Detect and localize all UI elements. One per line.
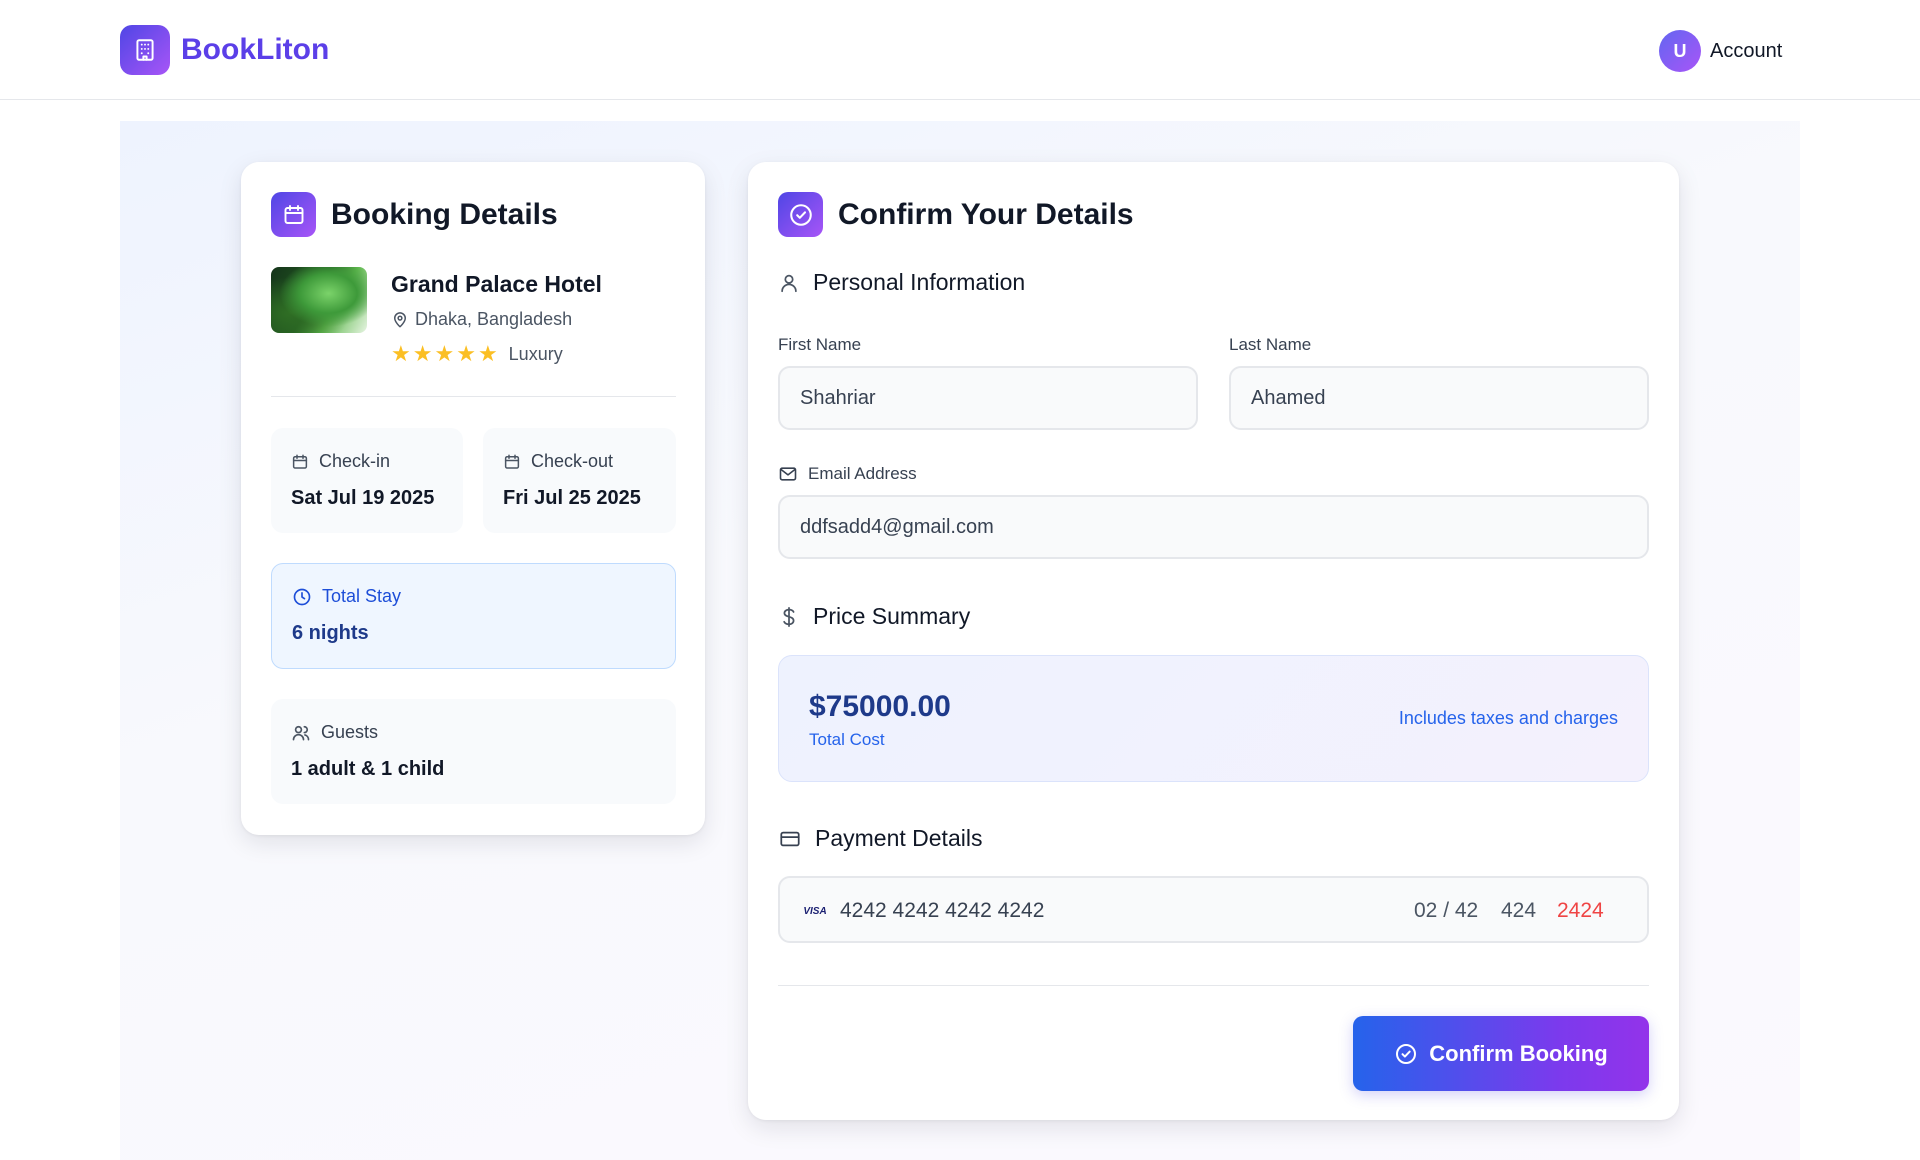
confirm-booking-button[interactable]: Confirm Booking xyxy=(1353,1016,1649,1091)
price-summary-title: Price Summary xyxy=(813,603,971,629)
avatar: U xyxy=(1659,30,1701,72)
personal-info-heading: Personal Information xyxy=(778,269,1025,296)
card-number-field[interactable]: 4242 4242 4242 4242 xyxy=(840,899,1044,923)
user-icon xyxy=(778,272,800,294)
price-note: Includes taxes and charges xyxy=(1398,708,1618,728)
divider xyxy=(778,985,1649,986)
calendar-icon xyxy=(271,192,316,237)
star-icon: ★ xyxy=(412,341,433,366)
checkin-value: Sat Jul 19 2025 xyxy=(291,487,435,509)
hotel-location-text: Dhaka, Bangladesh xyxy=(415,309,573,329)
guests-value: 1 adult & 1 child xyxy=(291,758,445,780)
star-icon: ★ xyxy=(477,341,498,366)
brand-name: BookLiton xyxy=(181,33,330,66)
check-circle-icon xyxy=(1394,1042,1418,1066)
confirm-details-card: Confirm Your Details Personal Informatio… xyxy=(748,162,1679,1120)
guests-box: Guests 1 adult & 1 child xyxy=(271,699,676,804)
total-cost-caption: Total Cost xyxy=(809,730,885,749)
star-icon: ★ xyxy=(391,341,411,366)
hotel-category: Luxury xyxy=(508,343,563,364)
price-summary-box: $75000.00 Total Cost Includes taxes and … xyxy=(778,655,1649,782)
star-icon: ★ xyxy=(434,341,455,366)
total-stay-label: Total Stay xyxy=(322,586,402,606)
mail-icon xyxy=(778,464,798,484)
first-name-label-text: First Name xyxy=(778,335,862,354)
total-amount: $75000.00 xyxy=(809,690,951,723)
star-icon: ★ xyxy=(456,341,476,366)
dollar-icon xyxy=(778,605,800,629)
users-icon xyxy=(291,723,311,743)
price-summary-heading: Price Summary xyxy=(778,603,970,630)
checkout-box: Check-out Fri Jul 25 2025 xyxy=(483,428,676,533)
account-label: Account xyxy=(1710,39,1783,62)
confirm-details-header: Confirm Your Details xyxy=(778,192,1134,237)
account-menu[interactable]: U Account xyxy=(1659,30,1782,72)
hotel-image xyxy=(271,267,367,333)
hotel-name: Grand Palace Hotel xyxy=(391,271,602,297)
checkout-label-row: Check-out xyxy=(503,451,613,472)
hotel-rating: ★ ★ ★ ★ ★ Luxury xyxy=(391,343,563,365)
payment-details-title: Payment Details xyxy=(815,825,983,851)
divider xyxy=(271,396,676,397)
checkin-box: Check-in Sat Jul 19 2025 xyxy=(271,428,463,533)
building-icon xyxy=(120,25,170,75)
checkout-value: Fri Jul 25 2025 xyxy=(503,487,641,509)
top-header: BookLiton U Account xyxy=(0,0,1920,100)
checkout-label: Check-out xyxy=(531,451,614,471)
total-stay-label-row: Total Stay xyxy=(292,586,401,607)
card-expiry-field[interactable]: 02 / 42 xyxy=(1414,899,1478,923)
guests-label-row: Guests xyxy=(291,722,378,743)
credit-card-icon xyxy=(778,828,802,850)
clock-icon xyxy=(292,587,312,607)
first-name-label: First Name xyxy=(778,335,861,355)
check-circle-icon xyxy=(778,192,823,237)
calendar-icon xyxy=(291,453,309,471)
booking-details-header: Booking Details xyxy=(271,192,558,237)
email-label-text: Email Address xyxy=(808,464,917,483)
confirm-details-title: Confirm Your Details xyxy=(838,197,1134,231)
payment-details-heading: Payment Details xyxy=(778,825,982,852)
first-name-input[interactable]: Shahriar xyxy=(778,366,1198,430)
star-rating: ★ ★ ★ ★ ★ xyxy=(391,343,498,365)
last-name-input[interactable]: Ahamed xyxy=(1229,366,1649,430)
total-stay-box: Total Stay 6 nights xyxy=(271,563,676,669)
map-pin-icon xyxy=(391,311,409,329)
checkin-label: Check-in xyxy=(319,451,391,471)
email-label: Email Address xyxy=(778,464,917,484)
visa-icon: VISA xyxy=(803,905,827,917)
booking-details-title: Booking Details xyxy=(331,197,558,231)
total-stay-value: 6 nights xyxy=(292,622,369,644)
guests-label: Guests xyxy=(321,722,379,742)
personal-info-title: Personal Information xyxy=(813,269,1026,295)
last-name-label-text: Last Name xyxy=(1229,335,1312,354)
checkin-label-row: Check-in xyxy=(291,451,390,472)
brand[interactable]: BookLiton xyxy=(120,25,329,75)
email-field[interactable]: ddfsadd4@gmail.com xyxy=(778,495,1649,559)
confirm-booking-label: Confirm Booking xyxy=(1429,1040,1608,1066)
card-zip-field[interactable]: 2424 xyxy=(1557,899,1604,923)
hotel-location: Dhaka, Bangladesh xyxy=(391,309,572,330)
calendar-icon xyxy=(503,453,521,471)
card-cvc-field[interactable]: 424 xyxy=(1501,899,1536,923)
last-name-label: Last Name xyxy=(1229,335,1311,355)
booking-details-card: Booking Details Grand Palace Hotel Dhaka… xyxy=(241,162,705,835)
card-input[interactable]: VISA 4242 4242 4242 4242 02 / 42 424 242… xyxy=(778,876,1649,943)
